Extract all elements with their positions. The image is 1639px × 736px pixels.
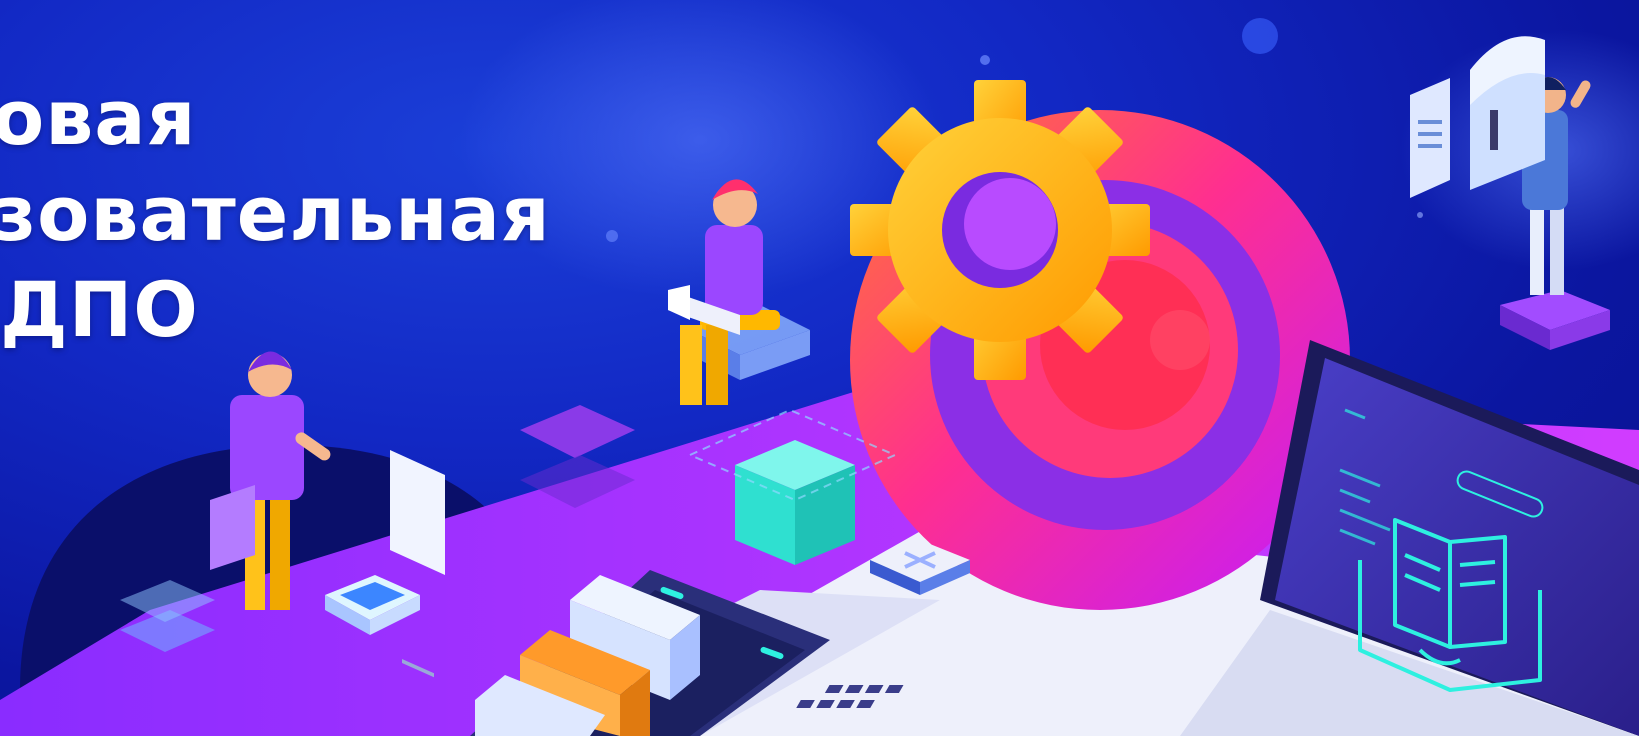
cube <box>735 440 855 565</box>
ring-hole <box>1150 310 1210 370</box>
glow-dot <box>1417 212 1423 218</box>
headline-line-1: овая <box>0 73 197 162</box>
headline: овая зовательная ДПО <box>0 70 551 358</box>
headline-line-3: ДПО <box>0 265 199 354</box>
glow-dot <box>1242 18 1278 54</box>
floating-tile <box>520 405 635 458</box>
hero-banner: овая зовательная ДПО <box>0 0 1639 736</box>
gear-icon <box>850 80 1150 380</box>
glow-dot <box>980 55 990 65</box>
headline-line-2: зовательная <box>0 169 551 258</box>
